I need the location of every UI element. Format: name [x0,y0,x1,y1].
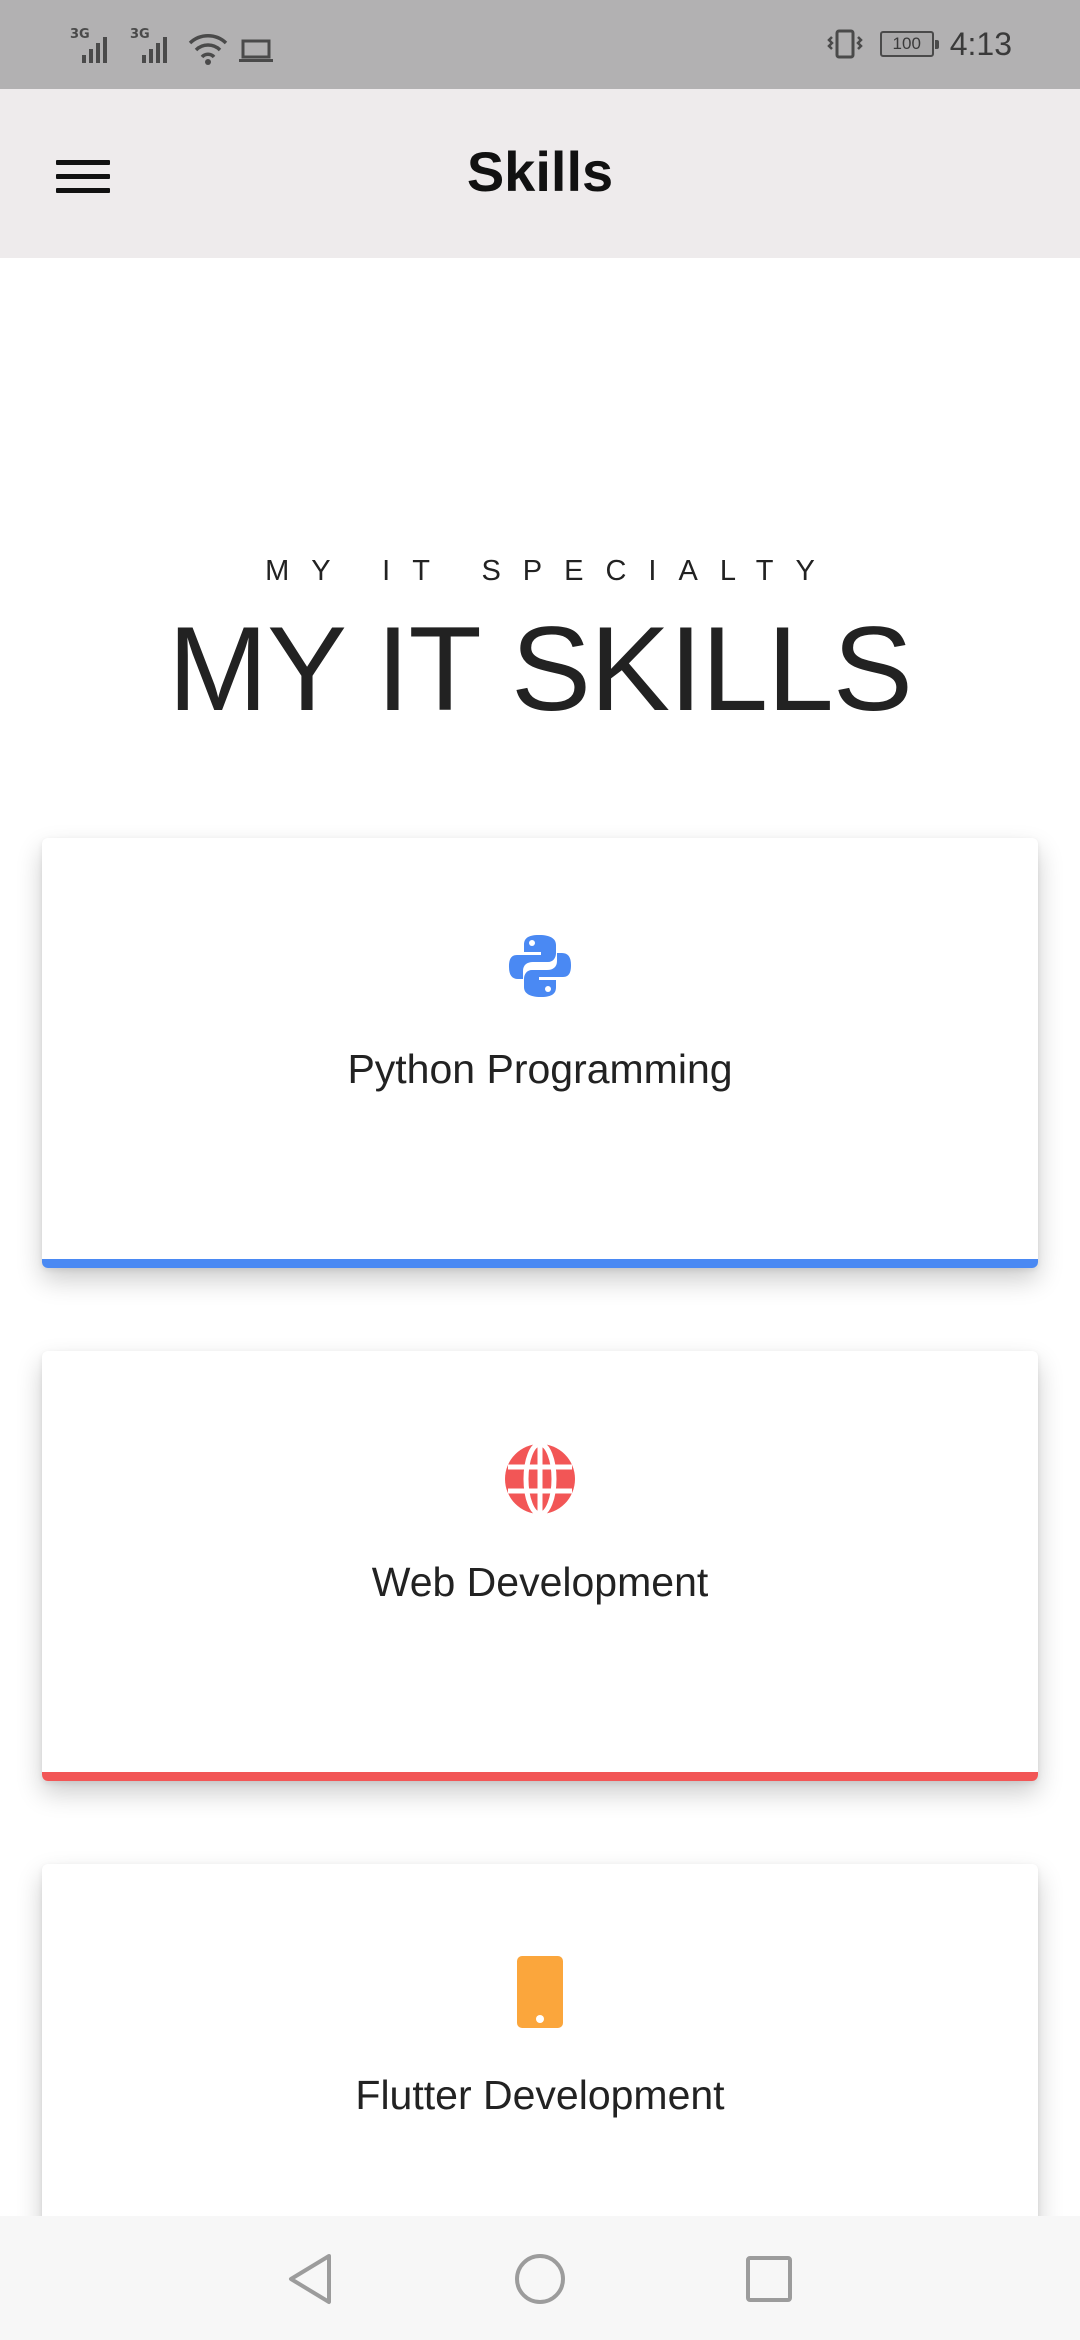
section-subtitle: MY IT SPECIALTY [265,555,837,587]
recents-icon[interactable] [734,2244,804,2314]
status-right-icons: 100 4:13 [826,22,1012,66]
python-icon [42,928,1038,1004]
back-icon[interactable] [275,2244,345,2314]
status-bar: 3G 3G 100 4:13 [0,0,1080,89]
skill-card-title: Web Development [371,1559,709,1605]
phone-icon [42,1954,1038,2030]
app-bar-title: Skills [466,140,614,203]
skill-card-python[interactable]: Python Programming [42,838,1038,1268]
globe-icon [42,1441,1038,1517]
vibrate-icon [826,29,863,59]
clock: 4:13 [949,25,1012,62]
laptop-icon [239,39,273,62]
skill-card-web[interactable]: Web Development [42,1351,1038,1781]
signal-icon: 3G [68,27,118,65]
app-bar: Skills [0,89,1080,258]
skill-card-accent [42,1259,1038,1268]
signal-icon: 3G [128,27,178,65]
battery-icon: 100 [879,31,939,57]
skill-card-title: Python Programming [347,1046,733,1092]
system-nav-bar [0,2216,1080,2340]
section-headline: MY IT SKILLS [168,602,913,736]
status-left-icons: 3G 3G [68,25,274,65]
wifi-icon [188,34,228,65]
home-icon[interactable] [505,2244,575,2314]
skill-card-accent [42,1772,1038,1781]
skill-card-title: Flutter Development [355,2072,725,2118]
battery-level: 100 [892,34,921,53]
